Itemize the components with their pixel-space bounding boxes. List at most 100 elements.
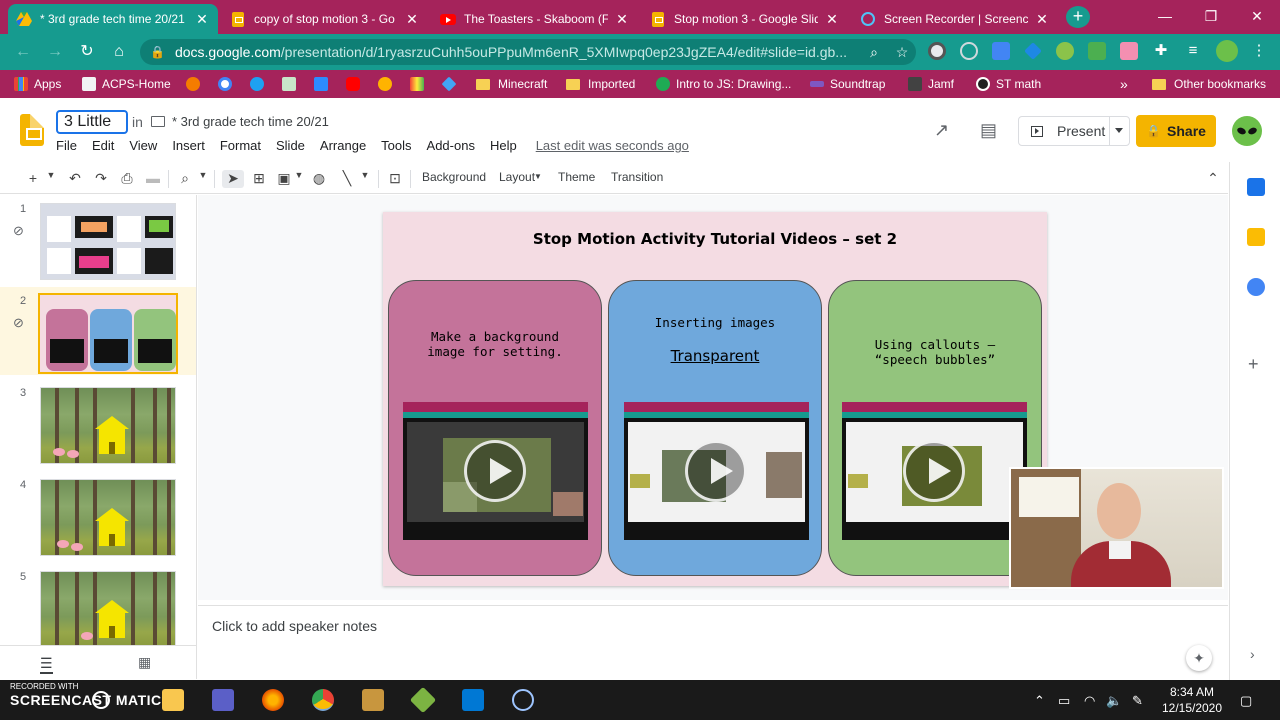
document-title-input[interactable] [56,110,128,134]
minimize-button[interactable]: — [1142,0,1188,32]
new-slide-icon[interactable]: + [26,170,40,188]
extension-record-icon[interactable] [928,42,946,60]
reload-button[interactable]: ↻ [76,41,98,63]
filmstrip-slide-1[interactable]: 1 ⊘ [0,195,196,283]
bookmark-blue-icon[interactable] [441,75,462,93]
undo-icon[interactable]: ↶ [66,170,84,188]
insert-image-icon[interactable]: ▣ [276,170,292,188]
menu-file[interactable]: File [56,138,77,156]
bookmark-imported[interactable]: Imported [566,75,635,93]
tutorial-video[interactable] [403,402,588,540]
speaker-notes[interactable]: Click to add speaker notes [212,618,377,634]
tab-the-toasters-skaboom[interactable]: The Toasters - Skaboom (Fu ✕ [432,4,638,34]
menu-insert[interactable]: Insert [172,138,205,156]
volume-icon[interactable]: 🔈 [1106,693,1122,709]
tab-copy-of-stop-motion-3[interactable]: copy of stop motion 3 - Go ✕ [222,4,428,34]
grid-view-icon[interactable]: ▦ [138,654,151,671]
tray-overflow-icon[interactable]: ⌃ [1034,693,1045,709]
text-box-icon[interactable]: ⊞ [250,170,268,188]
close-icon[interactable]: ✕ [404,11,420,28]
bookmark-google-icon[interactable] [218,75,238,93]
tasks-icon[interactable] [1247,278,1265,296]
menu-help[interactable]: Help [490,138,517,156]
background-button[interactable]: Background [422,170,486,184]
bookmark-apps[interactable]: Apps [14,75,61,93]
slide-filmstrip[interactable]: 1 ⊘ 2 ⊘ 3 4 5 [0,195,197,645]
menu-format[interactable]: Format [220,138,261,156]
notifications-icon[interactable]: ▢ [1240,693,1252,709]
comments-icon[interactable]: ▤ [980,120,997,141]
extension-grid-icon[interactable] [1088,42,1106,60]
home-button[interactable]: ⌂ [108,41,130,63]
teams-icon[interactable] [212,689,234,711]
menu-add-ons[interactable]: Add-ons [427,138,475,156]
bookmark-mail-icon[interactable] [282,75,302,93]
collapse-toolbar-icon[interactable]: ⌃ [1204,170,1222,188]
bookmark-orange-icon[interactable] [186,75,206,93]
layout-button[interactable]: Layout [499,170,535,184]
menu-arrange[interactable]: Arrange [320,138,366,156]
select-cursor-icon[interactable]: ➤ [222,170,244,188]
chevron-down-icon[interactable]: ▼ [294,170,304,188]
reading-list-icon[interactable]: ≡ [1184,42,1202,60]
theme-button[interactable]: Theme [558,170,595,184]
keep-icon[interactable] [1247,228,1265,246]
close-icon[interactable]: ✕ [194,11,210,28]
print-icon[interactable]: ⎙ [118,170,136,188]
folder-name[interactable]: * 3rd grade tech time 20/21 [172,114,329,129]
window-close-button[interactable]: ✕ [1234,0,1280,32]
transition-button[interactable]: Transition [611,170,663,184]
restore-button[interactable]: ❐ [1188,0,1234,32]
bookmark-other-bookmarks[interactable]: Other bookmarks [1152,75,1266,93]
tutorial-video[interactable] [842,402,1027,540]
extension-translate-icon[interactable] [992,42,1010,60]
bookmark-minecraft[interactable]: Minecraft [476,75,547,93]
outlook-icon[interactable] [462,689,484,711]
tab-stop-motion-3[interactable]: Stop motion 3 - Google Slid ✕ [642,4,848,34]
wifi-icon[interactable]: ◠ [1084,693,1095,709]
slide-title[interactable]: Stop Motion Activity Tutorial Videos – s… [383,230,1047,248]
battery-icon[interactable]: ▭ [1058,693,1070,709]
tutorial-card-inserting-images[interactable]: Inserting images Transparent [608,280,822,576]
add-on-plus-icon[interactable]: + [1248,354,1259,375]
extension-tag-icon[interactable] [1120,42,1138,60]
system-clock[interactable]: 8:34 AM 12/15/2020 [1150,684,1234,716]
bookmark-zoom-icon[interactable] [314,75,334,93]
line-icon[interactable]: ╲ [338,170,356,188]
menu-edit[interactable]: Edit [92,138,114,156]
play-video-icon[interactable] [685,440,747,502]
chevron-down-icon[interactable]: ▼ [360,170,370,188]
address-bar[interactable]: 🔒 docs.google.com/presentation/d/1ryasrz… [140,39,916,65]
speaker-notes-divider[interactable] [198,600,1228,606]
last-edit-link[interactable]: Last edit was seconds ago [536,138,689,156]
menu-view[interactable]: View [129,138,157,156]
bookmark-youtube-icon[interactable] [346,75,366,93]
calendar-icon[interactable] [1247,178,1265,196]
forward-button[interactable]: → [44,41,66,63]
extension-bulb-icon[interactable] [960,42,978,60]
tutorial-card-background[interactable]: Make a background image for setting. [388,280,602,576]
bookmark-jamf[interactable]: Jamf [908,75,954,93]
current-slide[interactable]: Stop Motion Activity Tutorial Videos – s… [383,212,1047,586]
screencast-o-matic-icon[interactable] [512,689,534,711]
activity-trend-icon[interactable]: ↗ [934,120,949,141]
bookmarks-overflow-button[interactable]: » [1120,75,1128,93]
bookmark-soundtrap[interactable]: Soundtrap [810,75,885,93]
bookmark-colorful-icon[interactable] [410,75,430,93]
chevron-right-icon[interactable]: › [1250,646,1255,662]
close-icon[interactable]: ✕ [824,11,840,28]
bookmark-star-icon[interactable]: ☆ [888,44,916,61]
zoom-icon[interactable]: ⌕ [176,170,194,188]
menu-tools[interactable]: Tools [381,138,411,156]
chrome-menu-icon[interactable]: ⋮ [1250,42,1268,60]
tutorial-video[interactable] [624,402,809,540]
present-button[interactable]: Present [1018,116,1130,146]
file-explorer-icon[interactable] [162,689,184,711]
chevron-down-icon[interactable]: ▼ [46,170,56,188]
account-avatar[interactable] [1232,116,1262,146]
share-button[interactable]: 🔒 Share [1136,115,1216,147]
app-green-icon[interactable] [409,686,437,714]
add-comment-icon[interactable]: ⊡ [386,170,404,188]
tab-3rd-grade-tech-time[interactable]: * 3rd grade tech time 20/21 ✕ [8,4,218,34]
redo-icon[interactable]: ↷ [92,170,110,188]
